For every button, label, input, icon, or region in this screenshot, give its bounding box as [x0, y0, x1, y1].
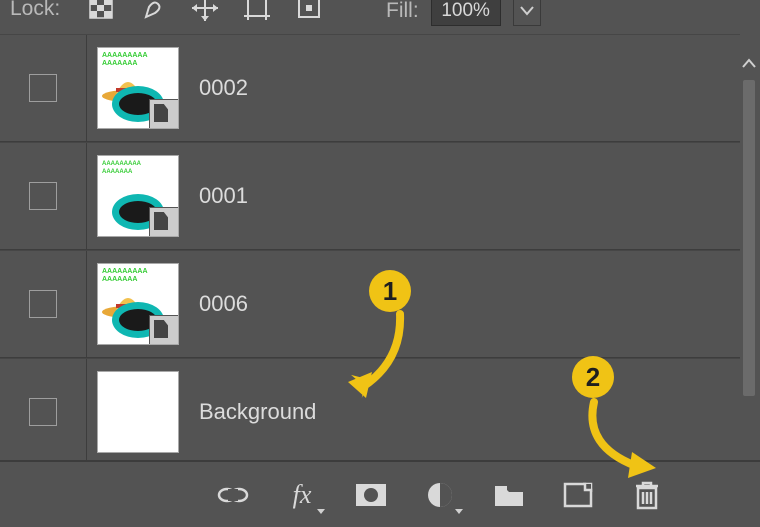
layers-panel: Lock: Fill: 100% — [0, 0, 760, 527]
lock-all-icon[interactable] — [292, 0, 326, 23]
new-layer-button[interactable] — [559, 478, 597, 512]
callout-2: 2 — [572, 356, 614, 398]
layer-thumbnail: AAAAAAAAAAAAAAAA — [97, 155, 179, 237]
visibility-cell[interactable] — [0, 35, 87, 141]
layer-name[interactable]: Background — [189, 399, 740, 425]
layers-list: AAAAAAAAAAAAAAAA 0002 AAAAAAAAAAAAAAAA 0… — [0, 34, 740, 466]
thumbnail-cell[interactable]: AAAAAAAAAAAAAAAA — [87, 143, 189, 249]
layer-row[interactable]: AAAAAAAAAAAAAAAA 0002 — [0, 34, 740, 142]
smart-object-badge — [149, 99, 178, 128]
lock-bar: Lock: Fill: 100% — [0, 0, 760, 34]
smart-object-badge — [149, 207, 178, 236]
lock-pixels-icon[interactable] — [136, 0, 170, 23]
lock-transparency-icon[interactable] — [84, 0, 118, 23]
visibility-checkbox[interactable] — [29, 398, 57, 426]
layer-style-button[interactable]: fx — [283, 478, 321, 512]
fill-control: Fill: 100% — [386, 0, 541, 26]
fill-label: Fill: — [386, 0, 419, 23]
smart-object-badge — [149, 315, 178, 344]
lock-label: Lock: — [10, 0, 60, 21]
lock-artboard-icon[interactable] — [240, 0, 274, 23]
callout-1: 1 — [369, 270, 411, 312]
layer-name[interactable]: 0006 — [189, 291, 740, 317]
layer-thumbnail: AAAAAAAAAAAAAAAA — [97, 263, 179, 345]
delete-layer-button[interactable] — [628, 478, 666, 512]
thumbnail-cell[interactable]: AAAAAAAAAAAAAAAA — [87, 251, 189, 357]
lock-position-icon[interactable] — [188, 0, 222, 23]
layer-thumbnail: AAAAAAAAAAAAAAAA — [97, 47, 179, 129]
visibility-checkbox[interactable] — [29, 182, 57, 210]
fill-dropdown[interactable] — [513, 0, 541, 26]
new-group-button[interactable] — [490, 478, 528, 512]
visibility-cell[interactable] — [0, 359, 87, 465]
lock-icons — [84, 0, 326, 23]
layer-row[interactable]: AAAAAAAAAAAAAAAA 0006 — [0, 250, 740, 358]
layer-name[interactable]: 0002 — [189, 75, 740, 101]
visibility-cell[interactable] — [0, 251, 87, 357]
link-layers-button[interactable] — [214, 478, 252, 512]
layer-row[interactable]: AAAAAAAAAAAAAAAA 0001 — [0, 142, 740, 250]
bottom-toolbar: fx — [0, 460, 760, 527]
thumbnail-cell[interactable]: AAAAAAAAAAAAAAAA — [87, 35, 189, 141]
adjustment-layer-button[interactable] — [421, 478, 459, 512]
thumbnail-cell[interactable] — [87, 359, 189, 465]
scrollbar[interactable] — [740, 36, 758, 458]
layer-name[interactable]: 0001 — [189, 183, 740, 209]
visibility-checkbox[interactable] — [29, 74, 57, 102]
visibility-cell[interactable] — [0, 143, 87, 249]
layer-mask-button[interactable] — [352, 478, 390, 512]
scrollbar-thumb[interactable] — [743, 80, 755, 396]
scroll-up-icon[interactable] — [740, 56, 758, 70]
fill-value-field[interactable]: 100% — [431, 0, 501, 26]
layer-thumbnail — [97, 371, 179, 453]
layer-row[interactable]: Background — [0, 358, 740, 466]
visibility-checkbox[interactable] — [29, 290, 57, 318]
